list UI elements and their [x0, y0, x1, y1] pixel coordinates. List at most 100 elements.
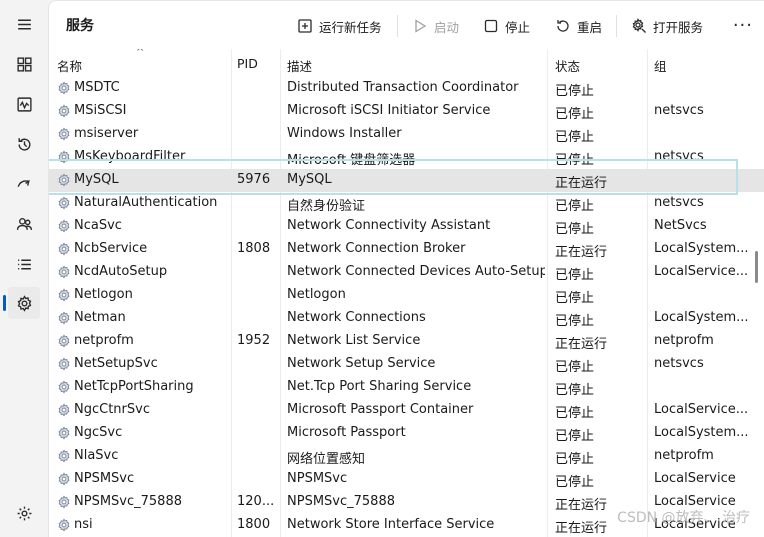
service-group: netsvcs [654, 149, 704, 164]
header-pid[interactable]: PID [237, 56, 258, 71]
open-services-button[interactable]: 打开服务 [631, 11, 703, 41]
menu-icon[interactable] [8, 8, 40, 40]
service-name-cell: NgcCtnrSvc [57, 402, 233, 417]
sort-ascending-icon: ^ [136, 49, 145, 58]
service-name: Netman [74, 310, 126, 325]
service-name: MsKeyboardFilter [74, 149, 186, 164]
table-row[interactable]: NgcSvc Microsoft Passport 已停止 LocalSystem..… [49, 422, 764, 445]
service-gear-icon [57, 311, 71, 325]
service-name: MSDTC [74, 80, 120, 95]
service-name: NcbService [74, 241, 148, 256]
performance-icon[interactable] [8, 88, 40, 120]
table-row[interactable]: NcdAutoSetup Network Connected Devices Au… [49, 261, 764, 284]
service-description: Network Connections [287, 310, 426, 325]
users-icon[interactable] [8, 208, 40, 240]
toolbar-divider [397, 15, 398, 37]
service-gear-icon [57, 219, 71, 233]
table-row[interactable]: NcbService 1808 Network Connection Broker 正… [49, 238, 764, 261]
service-status: 已停止 [555, 429, 595, 444]
processes-icon[interactable] [8, 48, 40, 80]
service-name-cell: netprofm [57, 333, 233, 348]
header-description[interactable]: 描述 [287, 56, 312, 75]
service-description: Microsoft Passport Container [287, 402, 474, 417]
more-options-button[interactable]: ··· [733, 15, 753, 36]
table-row[interactable]: NPSMSvc NPSMSvc 已停止 LocalService [49, 468, 764, 491]
table-row[interactable]: msiserver Windows Installer 已停止 [49, 123, 764, 146]
service-pid: 1952 [237, 333, 271, 348]
service-status: 已停止 [555, 84, 595, 99]
service-gear-icon [57, 196, 71, 210]
service-name: netprofm [74, 333, 134, 348]
service-name-cell: NgcSvc [57, 425, 233, 440]
nav-rail [0, 0, 48, 537]
play-icon [415, 19, 427, 33]
restart-button[interactable]: 重启 [555, 11, 602, 41]
vertical-scrollbar[interactable] [755, 251, 758, 283]
service-name-cell: Netlogon [57, 287, 233, 302]
service-description: MySQL [287, 172, 332, 187]
service-description: Windows Installer [287, 126, 402, 141]
service-name-cell: NPSMSvc [57, 471, 233, 486]
page-title: 服务 [66, 18, 94, 34]
service-gear-icon [57, 242, 71, 256]
table-row[interactable]: NlaSvc 网络位置感知 已停止 netprofm [49, 445, 764, 468]
watermark: CSDN @放弃、 治疗 [617, 510, 750, 526]
startup-apps-icon[interactable] [8, 168, 40, 200]
table-row[interactable]: MsKeyboardFilter Microsoft 键盘筛选器 已停止 netsvc… [49, 146, 764, 169]
service-name-cell: MSiSCSI [57, 103, 233, 118]
header-name[interactable]: 名称 [57, 56, 82, 75]
start-label: 启动 [434, 19, 460, 35]
table-row[interactable]: Netman Network Connections 已停止 LocalSystem.… [49, 307, 764, 330]
service-pid: 120... [237, 494, 275, 509]
table-row[interactable]: MSiSCSI Microsoft iSCSI Initiator Service… [49, 100, 764, 123]
header-status[interactable]: 状态 [555, 56, 580, 75]
service-description: Network Setup Service [287, 356, 436, 371]
toolbar: 服务 运行新任务 启动 停止 重启 打开服务 ··· [49, 1, 764, 49]
table-row[interactable]: NaturalAuthentication 自然身份验证 已停止 netsvcs [49, 192, 764, 215]
settings-icon[interactable] [8, 497, 40, 529]
service-gear-icon [57, 127, 71, 141]
service-name: nsi [74, 517, 93, 532]
stop-button[interactable]: 停止 [483, 11, 530, 41]
stop-label: 停止 [505, 19, 531, 35]
app-history-icon[interactable] [8, 128, 40, 160]
service-description: Distributed Transaction Coordinator [287, 80, 519, 95]
header-group[interactable]: 组 [654, 56, 667, 75]
table-row[interactable]: MySQL 5976 MySQL 正在运行 [49, 169, 764, 192]
toolbar-divider [616, 15, 617, 37]
table-row[interactable]: MSDTC Distributed Transaction Coordinator… [49, 77, 764, 100]
service-pid: 1808 [237, 241, 271, 256]
service-status: 已停止 [555, 314, 595, 329]
service-name-cell: NcbService [57, 241, 233, 256]
service-gear-icon [57, 173, 71, 187]
table-row[interactable]: netprofm 1952 Network List Service 正在运行 netp… [49, 330, 764, 353]
service-name-cell: MySQL [57, 172, 233, 187]
service-status: 已停止 [555, 383, 595, 398]
details-icon[interactable] [8, 248, 40, 280]
table-row[interactable]: NcaSvc Network Connectivity Assistant 已停止 N… [49, 215, 764, 238]
service-description: NPSMSvc_75888 [287, 494, 395, 509]
service-status: 已停止 [555, 406, 595, 421]
run-new-task-button[interactable]: 运行新任务 [297, 11, 382, 41]
service-status: 已停止 [555, 475, 595, 490]
service-gear-icon [57, 449, 71, 463]
services-icon[interactable] [8, 287, 40, 319]
table-row[interactable]: NetTcpPortSharing Net.Tcp Port Sharing Se… [49, 376, 764, 399]
service-pid: 1800 [237, 517, 271, 532]
table-header: 名称 ^ PID 描述 状态 组 [49, 49, 764, 77]
service-name-cell: NaturalAuthentication [57, 195, 233, 210]
service-name-cell: nsi [57, 517, 233, 532]
service-group: LocalSystem... [654, 310, 749, 325]
service-status: 已停止 [555, 452, 595, 467]
service-name-cell: msiserver [57, 126, 233, 141]
table-row[interactable]: NetSetupSvc Network Setup Service 已停止 netsv… [49, 353, 764, 376]
service-group: netsvcs [654, 103, 704, 118]
service-status: 已停止 [555, 130, 595, 145]
table-row[interactable]: Netlogon Netlogon 已停止 [49, 284, 764, 307]
service-name-cell: NetSetupSvc [57, 356, 233, 371]
start-button[interactable]: 启动 [412, 11, 459, 41]
service-name: NcaSvc [74, 218, 122, 233]
run-new-task-label: 运行新任务 [319, 19, 382, 35]
service-status: 已停止 [555, 291, 595, 306]
table-row[interactable]: NgcCtnrSvc Microsoft Passport Container 已停… [49, 399, 764, 422]
